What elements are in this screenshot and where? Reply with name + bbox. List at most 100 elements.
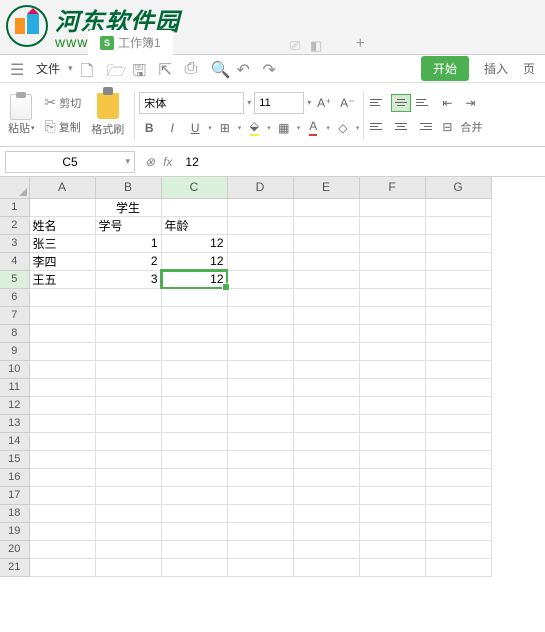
cell[interactable] bbox=[293, 468, 359, 486]
cell[interactable] bbox=[359, 522, 425, 540]
cell[interactable] bbox=[161, 288, 227, 306]
cell[interactable] bbox=[161, 504, 227, 522]
row-header[interactable]: 14 bbox=[0, 432, 29, 450]
cell[interactable] bbox=[161, 324, 227, 342]
row-header[interactable]: 8 bbox=[0, 324, 29, 342]
save-icon[interactable]: 🖫 bbox=[133, 60, 151, 78]
paste-button[interactable]: 粘贴▾ bbox=[8, 94, 35, 136]
cell[interactable] bbox=[29, 288, 95, 306]
row-header[interactable]: 5 bbox=[0, 270, 29, 288]
cell[interactable] bbox=[425, 396, 491, 414]
row-header[interactable]: 18 bbox=[0, 504, 29, 522]
cell[interactable] bbox=[95, 450, 161, 468]
cell[interactable] bbox=[359, 216, 425, 234]
tab-page[interactable]: 页 bbox=[523, 60, 535, 77]
cell[interactable] bbox=[227, 540, 293, 558]
italic-button[interactable]: I bbox=[162, 118, 182, 138]
col-header-A[interactable]: A bbox=[29, 177, 95, 198]
cell[interactable] bbox=[29, 342, 95, 360]
cell[interactable] bbox=[293, 486, 359, 504]
cell[interactable] bbox=[95, 432, 161, 450]
row-header[interactable]: 3 bbox=[0, 234, 29, 252]
cell[interactable] bbox=[425, 360, 491, 378]
new-file-icon[interactable]: 🗋 bbox=[81, 60, 99, 78]
cell[interactable] bbox=[359, 360, 425, 378]
cell[interactable] bbox=[359, 468, 425, 486]
cell[interactable] bbox=[293, 504, 359, 522]
cell[interactable] bbox=[95, 378, 161, 396]
tab-start[interactable]: 开始 bbox=[421, 56, 469, 81]
cell[interactable] bbox=[227, 342, 293, 360]
fx-button[interactable]: fx bbox=[163, 155, 172, 169]
cell[interactable] bbox=[425, 234, 491, 252]
cell[interactable] bbox=[359, 414, 425, 432]
merge-label[interactable]: 合并 bbox=[460, 119, 482, 135]
cell[interactable] bbox=[425, 216, 491, 234]
cell[interactable] bbox=[359, 504, 425, 522]
tab-insert[interactable]: 插入 bbox=[484, 60, 508, 77]
align-middle-button[interactable] bbox=[391, 94, 411, 112]
cell[interactable] bbox=[425, 540, 491, 558]
cell[interactable] bbox=[227, 450, 293, 468]
cell[interactable] bbox=[359, 486, 425, 504]
cell[interactable] bbox=[29, 360, 95, 378]
row-header[interactable]: 2 bbox=[0, 216, 29, 234]
monitor-icon[interactable]: ⎚ bbox=[290, 38, 300, 54]
row-header[interactable]: 17 bbox=[0, 486, 29, 504]
cell[interactable] bbox=[95, 540, 161, 558]
cell[interactable] bbox=[425, 270, 491, 288]
cell[interactable] bbox=[29, 486, 95, 504]
cell[interactable] bbox=[227, 288, 293, 306]
copy-button[interactable]: ⎘复制 bbox=[41, 116, 86, 137]
cell[interactable] bbox=[425, 414, 491, 432]
cell[interactable] bbox=[161, 468, 227, 486]
cell[interactable] bbox=[359, 324, 425, 342]
dropdown-icon[interactable]: ◧ bbox=[310, 38, 322, 54]
cell[interactable] bbox=[359, 306, 425, 324]
cell[interactable] bbox=[227, 360, 293, 378]
row-header[interactable]: 9 bbox=[0, 342, 29, 360]
cell[interactable] bbox=[425, 288, 491, 306]
undo-icon[interactable]: ↶ bbox=[237, 60, 255, 78]
cell[interactable] bbox=[95, 414, 161, 432]
font-decrease-button[interactable]: A⁻ bbox=[337, 93, 357, 113]
row-header[interactable]: 6 bbox=[0, 288, 29, 306]
cell[interactable]: 12 bbox=[161, 252, 227, 270]
cell[interactable] bbox=[29, 522, 95, 540]
cell[interactable] bbox=[161, 378, 227, 396]
col-header-C[interactable]: C bbox=[161, 177, 227, 198]
row-header[interactable]: 10 bbox=[0, 360, 29, 378]
cell-style-button[interactable]: ▦ bbox=[274, 118, 294, 138]
cell[interactable] bbox=[293, 342, 359, 360]
cell[interactable] bbox=[161, 486, 227, 504]
cell[interactable] bbox=[227, 306, 293, 324]
cell[interactable] bbox=[95, 396, 161, 414]
cell[interactable] bbox=[293, 360, 359, 378]
col-header-G[interactable]: G bbox=[425, 177, 491, 198]
cell[interactable] bbox=[161, 540, 227, 558]
col-header-E[interactable]: E bbox=[293, 177, 359, 198]
cell[interactable] bbox=[425, 342, 491, 360]
cell[interactable] bbox=[161, 450, 227, 468]
cell[interactable] bbox=[359, 378, 425, 396]
cell[interactable]: 12 bbox=[161, 234, 227, 252]
cell[interactable] bbox=[95, 306, 161, 324]
cell[interactable] bbox=[227, 522, 293, 540]
cell[interactable] bbox=[293, 522, 359, 540]
clear-format-button[interactable]: ◇ bbox=[333, 118, 353, 138]
cell[interactable] bbox=[161, 432, 227, 450]
align-bottom-button[interactable] bbox=[414, 94, 434, 112]
cell[interactable]: 王五 bbox=[29, 270, 95, 288]
row-header[interactable]: 16 bbox=[0, 468, 29, 486]
cell[interactable] bbox=[425, 432, 491, 450]
font-increase-button[interactable]: A⁺ bbox=[314, 93, 334, 113]
hamburger-icon[interactable]: ☰ bbox=[10, 60, 28, 78]
cell[interactable] bbox=[293, 378, 359, 396]
cell[interactable] bbox=[161, 414, 227, 432]
cell-active[interactable]: 12 bbox=[161, 270, 227, 288]
cell[interactable] bbox=[425, 378, 491, 396]
cell[interactable] bbox=[359, 252, 425, 270]
name-box[interactable]: C5 bbox=[5, 151, 135, 173]
cell[interactable] bbox=[425, 522, 491, 540]
cell[interactable] bbox=[359, 198, 425, 216]
